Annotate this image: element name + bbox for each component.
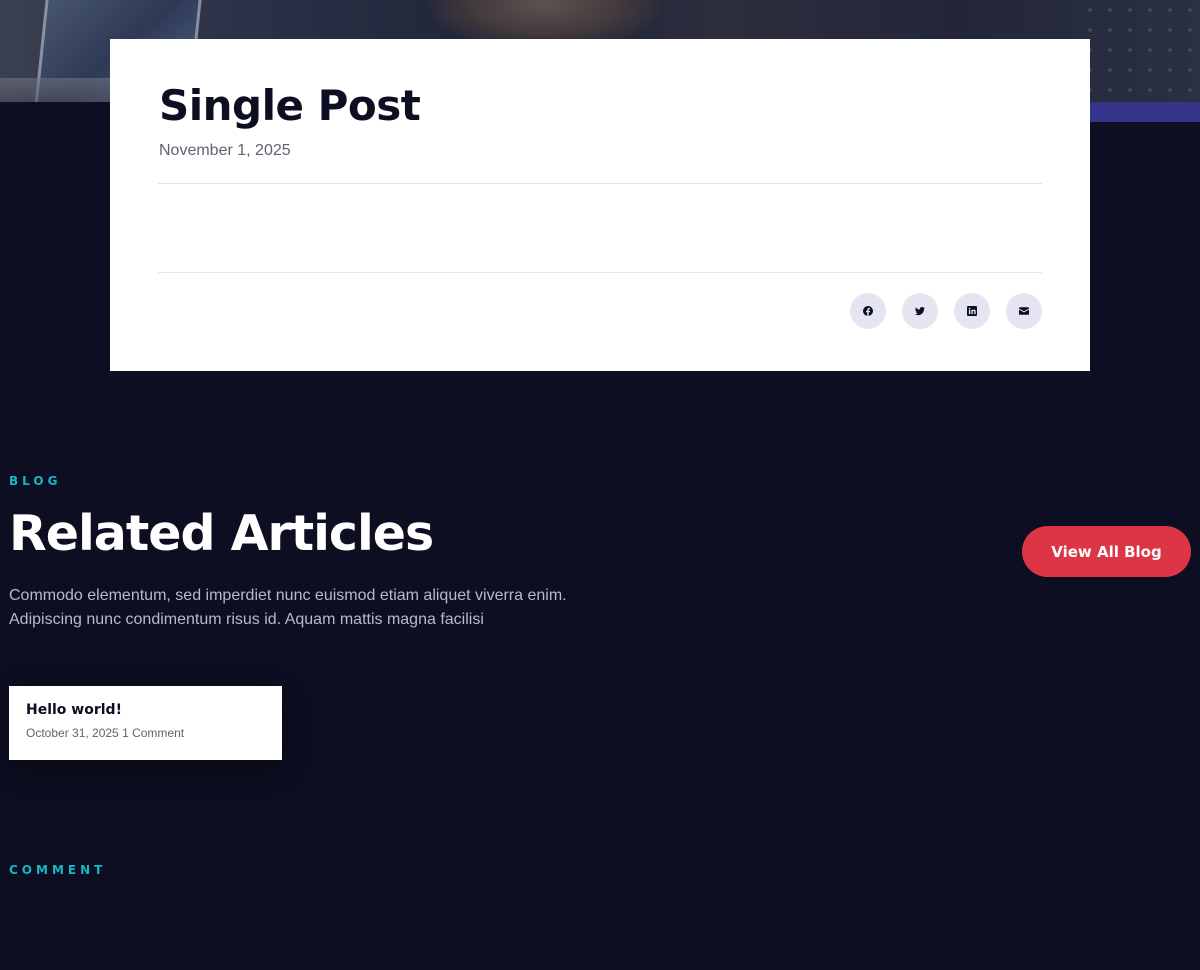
share-linkedin-button[interactable] [954,293,990,329]
article-card[interactable]: Hello world! October 31, 2025 1 Comment [9,686,282,760]
share-email-button[interactable] [1006,293,1042,329]
section-description: Commodo elementum, sed imperdiet nunc eu… [9,584,649,632]
post-header-card: Single Post November 1, 2025 [110,39,1090,371]
article-comment-count[interactable]: 1 Comment [122,726,184,740]
divider [158,272,1042,273]
accent-bar [1090,102,1200,122]
section-eyebrow-blog: BLOG [9,474,62,488]
share-buttons [850,293,1042,329]
twitter-icon [915,306,925,316]
divider [158,183,1042,184]
article-title[interactable]: Hello world! [26,702,265,718]
article-meta: October 31, 2025 1 Comment [26,726,265,740]
share-twitter-button[interactable] [902,293,938,329]
section-title: Related Articles [9,505,434,562]
dot-pattern [1080,0,1200,102]
description-line: Adipiscing nunc condimentum risus id. Aq… [9,611,484,628]
desk-image [0,78,110,102]
section-eyebrow-comment: COMMENT [9,863,107,877]
description-line: Commodo elementum, sed imperdiet nunc eu… [9,587,567,604]
post-date: November 1, 2025 [159,142,291,159]
facebook-icon [863,306,873,316]
email-icon [1019,307,1029,315]
article-date: October 31, 2025 [26,726,119,740]
page-title: Single Post [159,81,421,130]
linkedin-icon [967,306,977,316]
share-facebook-button[interactable] [850,293,886,329]
view-all-blog-button[interactable]: View All Blog [1022,526,1191,577]
